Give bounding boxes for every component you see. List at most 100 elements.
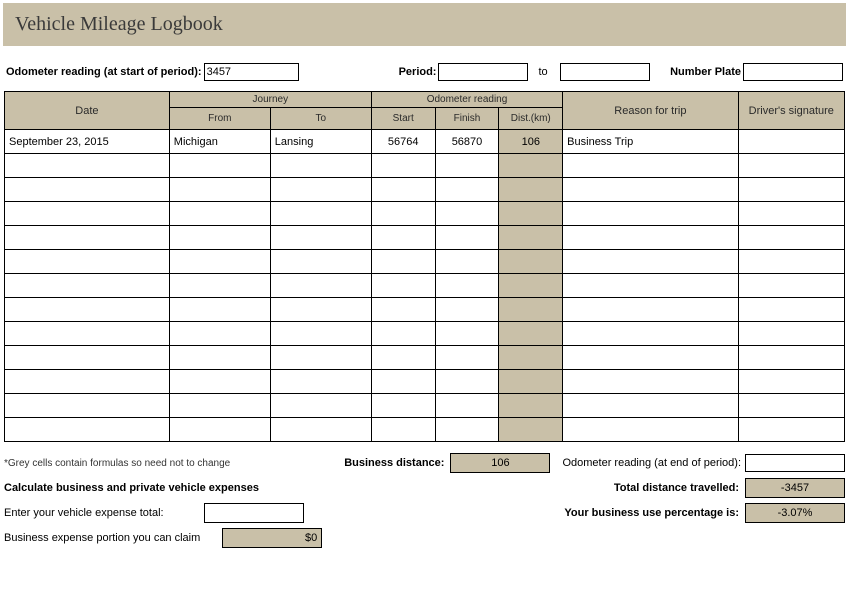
cell-reason[interactable] [563,178,738,202]
cell-start[interactable] [371,274,435,298]
cell-from[interactable] [169,250,270,274]
cell-reason[interactable] [563,322,738,346]
cell-signature[interactable] [738,154,844,178]
period-from-input[interactable] [438,63,528,81]
cell-date[interactable] [5,418,170,442]
cell-to[interactable] [270,274,371,298]
cell-from[interactable] [169,370,270,394]
cell-date[interactable] [5,346,170,370]
end-odometer-input[interactable] [745,454,845,472]
cell-reason[interactable] [563,394,738,418]
cell-start[interactable] [371,346,435,370]
cell-reason[interactable] [563,154,738,178]
cell-signature[interactable] [738,274,844,298]
cell-to[interactable] [270,322,371,346]
expense-total-input[interactable] [204,503,304,523]
cell-signature[interactable] [738,130,844,154]
cell-to[interactable] [270,418,371,442]
cell-reason[interactable] [563,226,738,250]
cell-to[interactable] [270,154,371,178]
cell-finish[interactable] [435,394,499,418]
cell-signature[interactable] [738,346,844,370]
cell-finish[interactable] [435,322,499,346]
cell-from[interactable] [169,202,270,226]
cell-reason[interactable] [563,370,738,394]
cell-reason[interactable]: Business Trip [563,130,738,154]
cell-from[interactable]: Michigan [169,130,270,154]
cell-finish[interactable] [435,370,499,394]
cell-date[interactable] [5,178,170,202]
cell-signature[interactable] [738,250,844,274]
cell-date[interactable] [5,250,170,274]
cell-from[interactable] [169,274,270,298]
cell-finish[interactable] [435,250,499,274]
cell-reason[interactable] [563,250,738,274]
cell-start[interactable] [371,202,435,226]
cell-signature[interactable] [738,202,844,226]
cell-start[interactable] [371,298,435,322]
cell-date[interactable] [5,226,170,250]
cell-finish[interactable] [435,178,499,202]
cell-signature[interactable] [738,178,844,202]
cell-from[interactable] [169,154,270,178]
cell-to[interactable] [270,346,371,370]
cell-date[interactable] [5,394,170,418]
cell-to[interactable] [270,250,371,274]
cell-start[interactable] [371,154,435,178]
cell-finish[interactable] [435,154,499,178]
cell-from[interactable] [169,418,270,442]
cell-start[interactable]: 56764 [371,130,435,154]
plate-label: Number Plate [670,66,741,78]
cell-from[interactable] [169,298,270,322]
cell-to[interactable] [270,226,371,250]
cell-date[interactable] [5,298,170,322]
cell-finish[interactable] [435,346,499,370]
cell-signature[interactable] [738,226,844,250]
cell-from[interactable] [169,346,270,370]
cell-start[interactable] [371,418,435,442]
cell-date[interactable] [5,154,170,178]
cell-date[interactable] [5,370,170,394]
cell-reason[interactable] [563,346,738,370]
cell-reason[interactable] [563,274,738,298]
odometer-start-input[interactable] [204,63,299,81]
cell-finish[interactable]: 56870 [435,130,499,154]
cell-from[interactable] [169,226,270,250]
cell-to[interactable] [270,178,371,202]
cell-start[interactable] [371,370,435,394]
cell-start[interactable] [371,322,435,346]
cell-signature[interactable] [738,370,844,394]
cell-to[interactable]: Lansing [270,130,371,154]
cell-finish[interactable] [435,274,499,298]
cell-from[interactable] [169,178,270,202]
cell-date[interactable] [5,274,170,298]
cell-to[interactable] [270,202,371,226]
cell-signature[interactable] [738,298,844,322]
cell-from[interactable] [169,322,270,346]
cell-signature[interactable] [738,418,844,442]
cell-reason[interactable] [563,202,738,226]
cell-from[interactable] [169,394,270,418]
hdr-dist: Dist.(km) [499,108,563,130]
plate-input[interactable] [743,63,843,81]
cell-date[interactable] [5,322,170,346]
cell-date[interactable] [5,202,170,226]
cell-signature[interactable] [738,322,844,346]
cell-finish[interactable] [435,202,499,226]
cell-signature[interactable] [738,394,844,418]
cell-date[interactable]: September 23, 2015 [5,130,170,154]
cell-to[interactable] [270,370,371,394]
cell-to[interactable] [270,298,371,322]
cell-reason[interactable] [563,418,738,442]
cell-to[interactable] [270,394,371,418]
cell-reason[interactable] [563,298,738,322]
cell-finish[interactable] [435,226,499,250]
cell-finish[interactable] [435,418,499,442]
cell-start[interactable] [371,178,435,202]
period-to-input[interactable] [560,63,650,81]
cell-start[interactable] [371,394,435,418]
cell-start[interactable] [371,226,435,250]
page-title: Vehicle Mileage Logbook [15,13,834,36]
cell-start[interactable] [371,250,435,274]
cell-finish[interactable] [435,298,499,322]
